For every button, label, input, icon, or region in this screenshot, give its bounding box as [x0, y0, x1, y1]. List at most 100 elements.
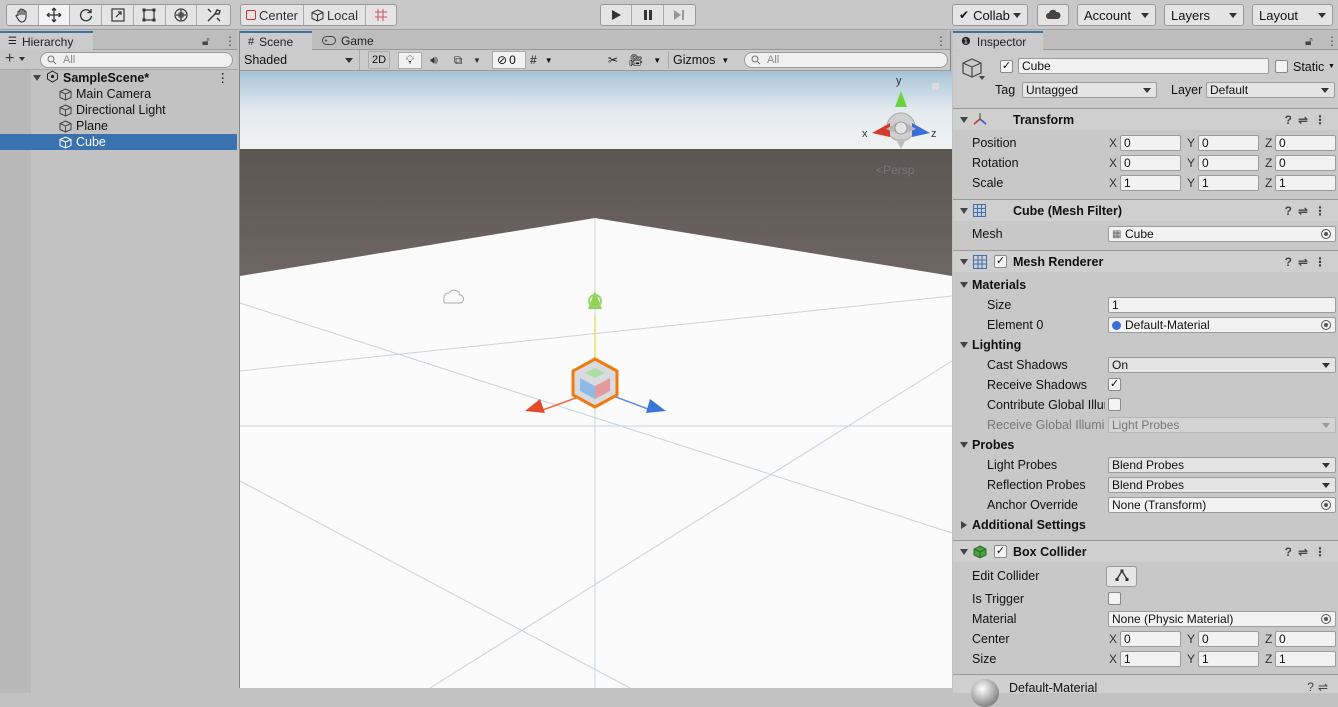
materials-size-input[interactable]: 1 [1108, 297, 1336, 313]
audio-icon[interactable]: 🔊︎ [422, 53, 446, 68]
edit-collider-button[interactable] [1106, 566, 1137, 587]
component-header-icons[interactable]: ?⇌⋮ [1285, 204, 1332, 218]
scene-search-input[interactable]: All [744, 52, 948, 68]
pause-icon[interactable] [632, 5, 664, 25]
chevron-down-icon[interactable] [19, 57, 25, 61]
chevron-down-icon[interactable]: ▼ [470, 56, 484, 65]
component-header-icons[interactable]: ?⇌⋮ [1285, 545, 1332, 559]
rotate-tool-icon[interactable] [70, 5, 103, 25]
kebab-menu-icon[interactable]: ⋮ [224, 34, 236, 48]
cast-shadows-dropdown[interactable]: On [1108, 357, 1336, 373]
layers-dropdown[interactable]: Layers [1164, 4, 1244, 26]
reflection-probes-dropdown[interactable]: Blend Probes [1108, 477, 1336, 493]
active-checkbox[interactable]: ✓ [1000, 60, 1013, 73]
2d-toggle-button[interactable]: 2D [368, 51, 390, 69]
hidden-objects-toggle[interactable]: ⊘ 0 [492, 51, 526, 69]
kebab-menu-icon[interactable]: ⋮ [217, 70, 230, 85]
contribute-gi-checkbox[interactable] [1108, 398, 1121, 411]
kebab-menu-icon[interactable]: ⋮ [1326, 34, 1338, 48]
foldout-triangle-icon[interactable] [961, 521, 967, 529]
center-x-input[interactable]: 0 [1120, 631, 1181, 647]
layer-dropdown[interactable]: Default [1206, 82, 1335, 98]
pivot-center-button[interactable]: Center [241, 5, 304, 25]
tag-dropdown[interactable]: Untagged [1022, 82, 1157, 98]
rotation-y-input[interactable]: 0 [1198, 155, 1259, 171]
camera-icon[interactable]: 🎥︎ [628, 53, 643, 67]
chevron-down-icon[interactable]: ▼ [653, 56, 661, 65]
additional-settings-foldout[interactable]: Additional Settings [953, 515, 1338, 535]
tools-icon[interactable]: ✂ [608, 53, 618, 67]
transform-header[interactable]: Transform ?⇌⋮ [953, 108, 1338, 130]
scale-z-input[interactable]: 1 [1275, 175, 1336, 191]
foldout-triangle-icon[interactable] [960, 342, 968, 348]
gizmos-dropdown[interactable]: Gizmos ▼ [668, 51, 736, 69]
collab-dropdown[interactable]: ✔ Collab [952, 4, 1028, 26]
tab-game[interactable]: Game [314, 31, 384, 50]
step-icon[interactable] [664, 5, 695, 25]
center-y-input[interactable]: 0 [1198, 631, 1259, 647]
probes-foldout[interactable]: Probes [953, 435, 1338, 455]
grid-snap-icon[interactable] [366, 5, 396, 25]
position-x-input[interactable]: 0 [1120, 135, 1181, 151]
expand-triangle-icon[interactable] [33, 75, 41, 81]
list-item[interactable]: Directional Light [0, 102, 237, 118]
scale-y-input[interactable]: 1 [1198, 175, 1259, 191]
materials-foldout[interactable]: Materials [953, 275, 1338, 295]
rotation-x-input[interactable]: 0 [1120, 155, 1181, 171]
anchor-override-object-field[interactable]: None (Transform) [1108, 497, 1336, 513]
object-name-input[interactable]: Cube [1018, 58, 1269, 74]
lock-icon[interactable]: 🔓︎ [202, 34, 210, 49]
foldout-triangle-icon[interactable] [960, 442, 968, 448]
lighting-foldout[interactable]: Lighting [953, 335, 1338, 355]
list-item[interactable]: Main Camera [0, 86, 237, 102]
foldout-triangle-icon[interactable] [960, 282, 968, 288]
foldout-triangle-icon[interactable] [960, 117, 968, 123]
box-collider-enabled-checkbox[interactable]: ✓ [994, 545, 1007, 558]
size-z-input[interactable]: 1 [1275, 651, 1336, 667]
transform-tool-icon[interactable] [166, 5, 198, 25]
mesh-renderer-enabled-checkbox[interactable]: ✓ [994, 255, 1007, 268]
box-collider-header[interactable]: ✓ Box Collider ?⇌⋮ [953, 540, 1338, 562]
shading-mode-dropdown[interactable]: Shaded [240, 50, 360, 70]
play-icon[interactable] [601, 5, 633, 25]
light-probes-dropdown[interactable]: Blend Probes [1108, 457, 1336, 473]
object-picker-icon[interactable] [1321, 500, 1331, 510]
hand-tool-icon[interactable] [7, 5, 39, 25]
receive-shadows-checkbox[interactable]: ✓ [1108, 378, 1121, 391]
position-z-input[interactable]: 0 [1275, 135, 1336, 151]
list-item[interactable]: Plane [0, 118, 237, 134]
mesh-renderer-header[interactable]: ✓ Mesh Renderer ?⇌⋮ [953, 250, 1338, 272]
position-y-input[interactable]: 0 [1198, 135, 1259, 151]
component-header-icons[interactable]: ?⇌⋮ [1285, 255, 1332, 269]
list-item-selected[interactable]: Cube [0, 134, 237, 150]
kebab-menu-icon[interactable]: ⋮ [935, 34, 947, 48]
scale-tool-icon[interactable] [102, 5, 134, 25]
scene-viewport[interactable]: y x z <Persp [240, 71, 952, 688]
scale-x-input[interactable]: 1 [1120, 175, 1181, 191]
hierarchy-search-input[interactable]: All [40, 52, 233, 68]
rect-tool-icon[interactable] [134, 5, 166, 25]
effects-icon[interactable]: ⧉ [446, 53, 470, 68]
object-picker-icon[interactable] [1321, 320, 1331, 330]
size-x-input[interactable]: 1 [1120, 651, 1181, 667]
is-trigger-checkbox[interactable] [1108, 592, 1121, 605]
tab-scene[interactable]: # Scene [240, 31, 312, 50]
cloud-button[interactable] [1037, 4, 1069, 26]
object-picker-icon[interactable] [1321, 614, 1331, 624]
size-y-input[interactable]: 1 [1198, 651, 1259, 667]
scene-row[interactable]: SampleScene* ⋮ [0, 70, 237, 86]
account-dropdown[interactable]: Account [1077, 4, 1156, 26]
component-header-icons[interactable]: ?⇌⋮ [1285, 113, 1332, 127]
chevron-down-icon[interactable]: ▼ [1328, 63, 1335, 70]
foldout-triangle-icon[interactable] [960, 208, 968, 214]
material-preview-header[interactable]: Default-Material ?⇌ [953, 674, 1338, 707]
tab-hierarchy[interactable]: ☰ Hierarchy [0, 31, 93, 50]
layout-dropdown[interactable]: Layout [1252, 4, 1333, 26]
persp-toggle[interactable]: <Persp [876, 163, 914, 177]
scene-render[interactable] [240, 71, 952, 688]
grid-toggle[interactable]: # ▼ [530, 51, 570, 69]
space-local-button[interactable]: Local [304, 5, 366, 25]
add-icon[interactable]: + [5, 50, 14, 68]
tab-inspector[interactable]: ❶ Inspector [953, 31, 1043, 50]
collider-material-object-field[interactable]: None (Physic Material) [1108, 611, 1336, 627]
